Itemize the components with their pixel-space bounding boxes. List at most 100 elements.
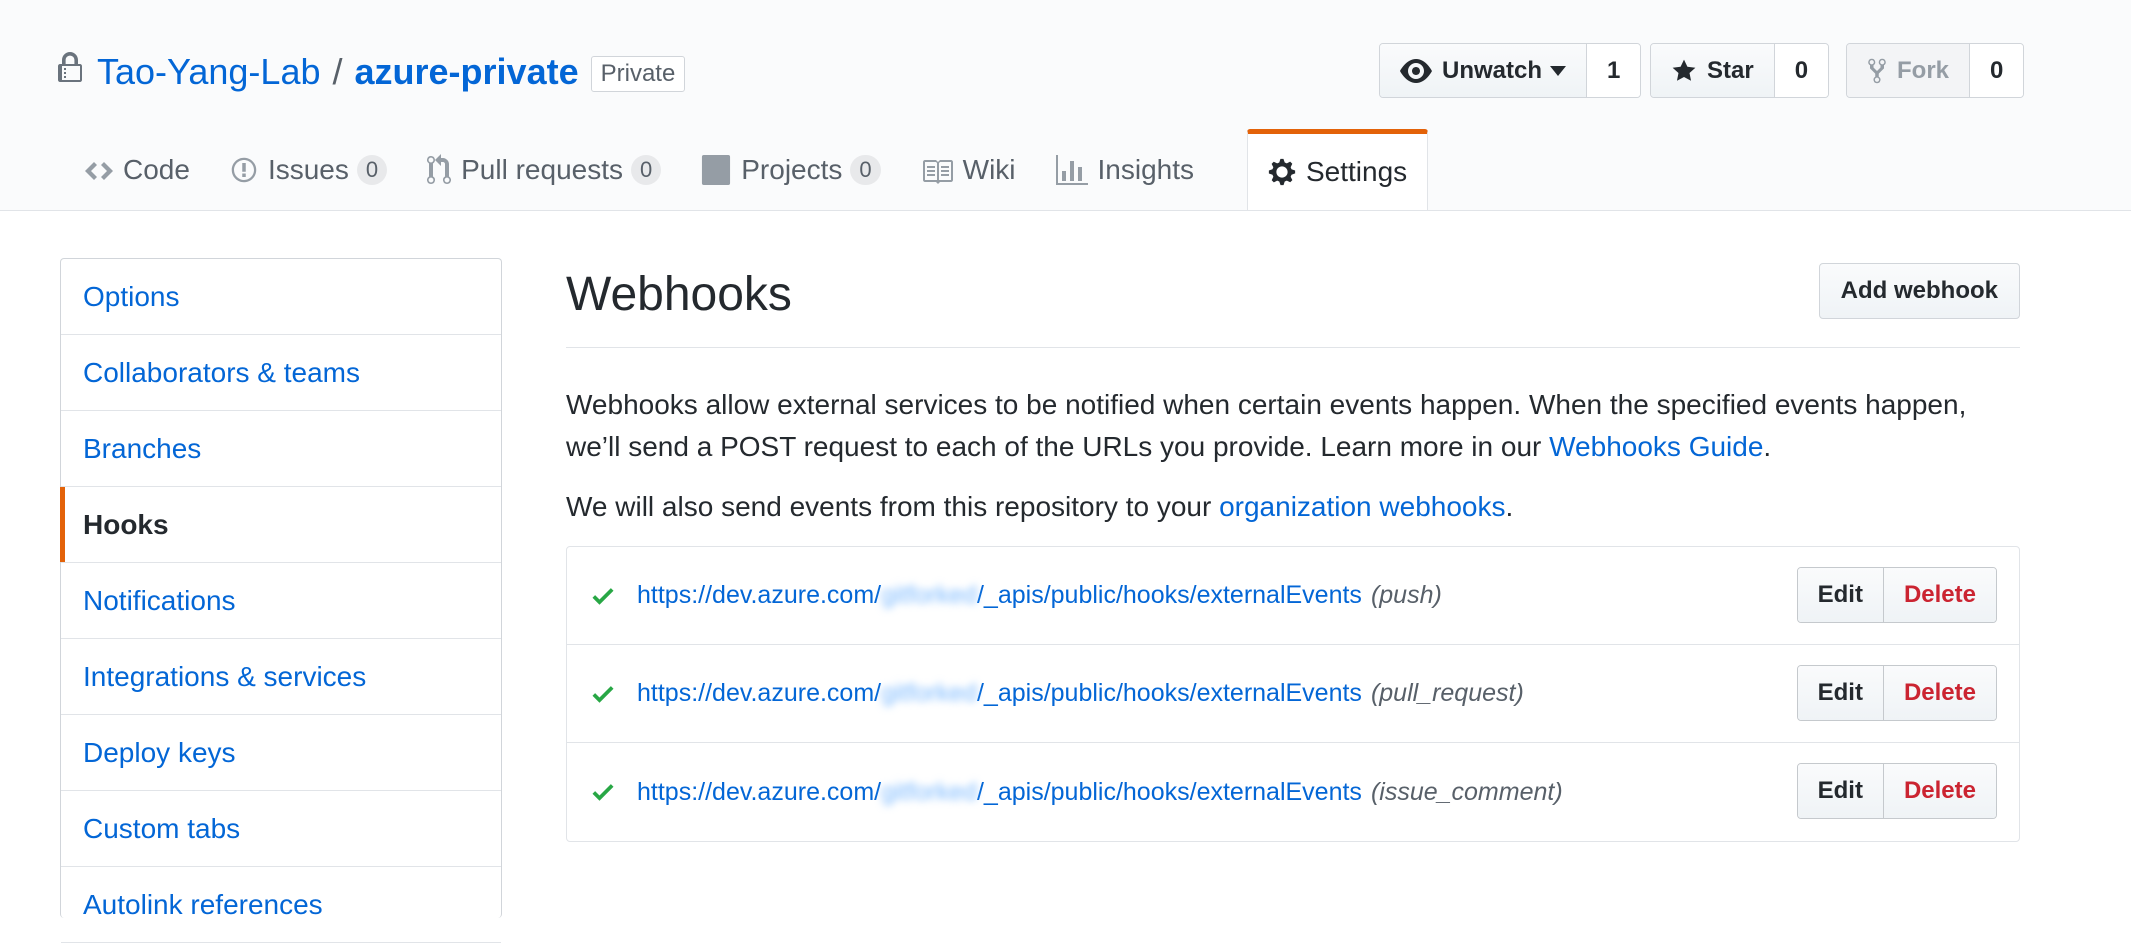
star-count[interactable]: 0	[1774, 44, 1829, 97]
org-note-text: We will also send events from this repos…	[566, 491, 1220, 522]
description-end: .	[1763, 431, 1772, 462]
tab-code[interactable]: Code	[65, 132, 210, 208]
path-separator: /	[332, 51, 343, 92]
webhooks-guide-link[interactable]: Webhooks Guide	[1549, 431, 1763, 462]
webhook-actions: Edit Delete	[1796, 665, 1997, 721]
tab-settings-label: Settings	[1306, 156, 1408, 187]
issue-icon	[231, 157, 257, 183]
page-title: Webhooks	[566, 268, 792, 321]
unwatch-label: Unwatch	[1442, 56, 1543, 84]
repo-header: Tao-Yang-Lab / azure-private Private Unw…	[0, 0, 2131, 211]
url-redacted: gitforked	[881, 679, 977, 707]
repo-title: Tao-Yang-Lab / azure-private Private	[57, 50, 686, 94]
webhook-list: https://dev.azure.com/gitforked/_apis/pu…	[566, 546, 2020, 842]
webhooks-panel: Webhooks Add webhook Webhooks allow exte…	[566, 258, 2020, 842]
tab-pull-requests[interactable]: Pull requests 0	[407, 132, 681, 208]
settings-sidebar: Options Collaborators & teams Branches H…	[60, 258, 502, 943]
star-button[interactable]: Star	[1651, 44, 1775, 97]
webhooks-header: Webhooks Add webhook	[566, 258, 2020, 348]
webhook-url-link[interactable]: https://dev.azure.com/gitforked/_apis/pu…	[637, 581, 1362, 610]
fork-button[interactable]: Fork	[1847, 44, 1971, 97]
url-redacted: gitforked	[881, 581, 977, 609]
unwatch-button[interactable]: Unwatch	[1380, 44, 1588, 97]
sidebar-item-notifications[interactable]: Notifications	[61, 563, 501, 639]
sidebar-item-collaborators[interactable]: Collaborators & teams	[61, 335, 501, 411]
edit-button[interactable]: Edit	[1797, 666, 1884, 720]
tab-insights-label: Insights	[1097, 154, 1195, 185]
graph-icon	[1055, 155, 1088, 185]
url-redacted: gitforked	[881, 777, 977, 806]
add-webhook-button[interactable]: Add webhook	[1818, 262, 2020, 319]
watch-group: Unwatch 1	[1379, 43, 1642, 98]
sidebar-item-hooks[interactable]: Hooks	[60, 487, 501, 563]
book-icon	[922, 160, 953, 184]
webhook-actions: Edit Delete	[1796, 567, 1997, 623]
sidebar-item-branches[interactable]: Branches	[61, 411, 501, 487]
url-suffix: /_apis/public/hooks/externalEvents	[976, 679, 1362, 707]
watch-count[interactable]: 1	[1587, 44, 1641, 97]
tab-pull-requests-label: Pull requests	[461, 154, 623, 185]
sidebar-item-options[interactable]: Options	[61, 259, 501, 335]
org-webhooks-link[interactable]: organization webhooks	[1219, 491, 1505, 522]
project-icon	[702, 155, 731, 185]
url-prefix: https://dev.azure.com/	[637, 777, 882, 806]
repo-owner-link[interactable]: Tao-Yang-Lab	[97, 50, 321, 94]
delete-button[interactable]: Delete	[1883, 568, 1996, 622]
code-icon	[85, 162, 113, 180]
fork-group: Fork 0	[1846, 43, 2025, 98]
tab-code-label: Code	[123, 154, 190, 185]
fork-label: Fork	[1897, 56, 1950, 84]
tab-issues[interactable]: Issues 0	[210, 132, 407, 208]
gear-icon	[1268, 158, 1296, 186]
url-suffix: /_apis/public/hooks/externalEvents	[976, 581, 1362, 609]
sidebar-item-integrations[interactable]: Integrations & services	[61, 639, 501, 715]
webhooks-description: Webhooks allow external services to be n…	[566, 384, 2020, 468]
webhook-event: (pull_request)	[1370, 679, 1524, 707]
issues-counter: 0	[356, 155, 388, 185]
fork-count[interactable]: 0	[1970, 44, 2024, 97]
delete-button[interactable]: Delete	[1883, 764, 1996, 818]
tab-projects[interactable]: Projects 0	[681, 132, 900, 208]
webhook-row: https://dev.azure.com/gitforked/_apis/pu…	[567, 547, 2019, 645]
sidebar-item-deploy-keys[interactable]: Deploy keys	[61, 715, 501, 791]
tab-projects-label: Projects	[741, 154, 843, 185]
webhook-row: https://dev.azure.com/gitforked/_apis/pu…	[567, 645, 2019, 743]
eye-icon	[1400, 58, 1432, 83]
webhook-event: (push)	[1370, 581, 1442, 609]
check-icon	[592, 587, 614, 605]
url-prefix: https://dev.azure.com/	[637, 679, 882, 707]
star-icon	[1672, 59, 1696, 81]
projects-counter: 0	[850, 155, 881, 185]
repo-nav: Code Issues 0 Pull requests 0 Projects 0…	[65, 129, 1429, 211]
star-label: Star	[1707, 56, 1754, 84]
tab-insights[interactable]: Insights	[1036, 132, 1215, 208]
sidebar-item-custom-tabs[interactable]: Custom tabs	[61, 791, 501, 867]
url-suffix: /_apis/public/hooks/externalEvents	[976, 777, 1362, 806]
webhook-row: https://dev.azure.com/gitforked/_apis/pu…	[567, 743, 2019, 841]
tab-wiki[interactable]: Wiki	[901, 132, 1036, 208]
webhook-url-link[interactable]: https://dev.azure.com/gitforked/_apis/pu…	[637, 778, 1362, 807]
edit-button[interactable]: Edit	[1797, 764, 1884, 818]
edit-button[interactable]: Edit	[1797, 568, 1884, 622]
tab-settings[interactable]: Settings	[1247, 129, 1429, 210]
caret-down-icon	[1550, 65, 1567, 76]
pull-request-icon	[427, 154, 452, 185]
check-icon	[592, 784, 614, 801]
tab-issues-label: Issues	[267, 154, 349, 185]
tab-wiki-label: Wiki	[962, 154, 1016, 185]
delete-button[interactable]: Delete	[1883, 666, 1996, 720]
private-badge: Private	[590, 56, 686, 92]
star-group: Star 0	[1650, 43, 1830, 98]
org-note-end: .	[1505, 491, 1514, 522]
webhook-event: (issue_comment)	[1370, 777, 1563, 806]
webhook-actions: Edit Delete	[1796, 763, 1997, 819]
sidebar-item-autolink[interactable]: Autolink references	[61, 867, 501, 943]
url-prefix: https://dev.azure.com/	[637, 581, 882, 609]
org-webhooks-note: We will also send events from this repos…	[566, 486, 2020, 528]
lock-icon	[58, 52, 82, 82]
fork-icon	[1868, 58, 1886, 83]
webhook-url-link[interactable]: https://dev.azure.com/gitforked/_apis/pu…	[637, 679, 1362, 708]
pull-requests-counter: 0	[631, 155, 662, 185]
check-icon	[592, 685, 614, 703]
repo-name-link[interactable]: azure-private	[355, 50, 579, 94]
